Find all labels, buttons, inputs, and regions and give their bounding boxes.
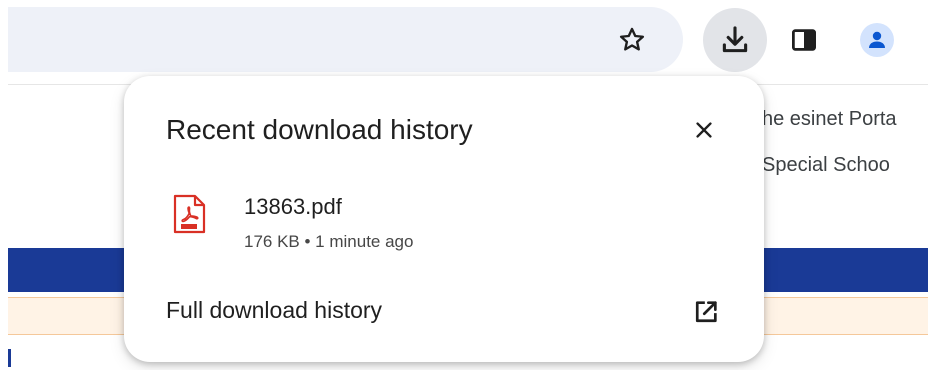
file-name[interactable]: 13863.pdf [244,194,342,220]
close-icon [696,122,712,138]
pdf-file-icon [173,194,206,234]
person-icon [869,31,885,48]
full-download-history-link[interactable]: Full download history [166,297,382,324]
file-meta: 176 KB • 1 minute ago [244,232,414,251]
download-icon [722,26,748,53]
avatar [860,23,894,57]
side-panel-button[interactable] [784,20,824,60]
close-button[interactable] [686,112,722,148]
side-panel-icon [792,29,816,51]
open-history-button[interactable] [688,294,724,330]
profile-button[interactable] [857,20,897,60]
downloads-button[interactable] [703,8,767,72]
open-in-new-icon [695,301,717,323]
page-accent-mark [8,349,11,367]
browser-window: he esinet Porta Special Schoo Recent dow… [0,0,928,370]
browser-toolbar [0,0,928,80]
page-text-line: he esinet Porta [762,108,897,130]
star-icon [619,27,645,51]
page-text-line: Special Schoo [762,154,890,176]
bubble-title: Recent download history [166,114,473,145]
bookmark-button[interactable] [612,20,652,60]
download-bubble: Recent download history 13863.pdf 176 KB… [124,76,764,362]
address-bar[interactable] [8,7,683,72]
